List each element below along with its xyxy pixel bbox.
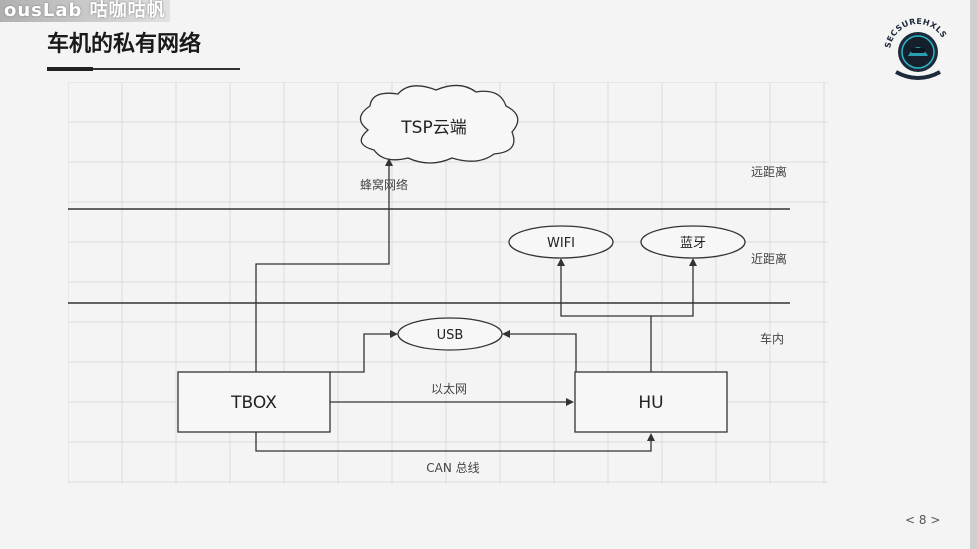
can-bus-label: CAN 总线 [426, 461, 479, 475]
tsp-cloud-label: TSP云端 [400, 118, 466, 138]
right-edge [970, 0, 977, 549]
title-underline [47, 67, 240, 71]
watermark: ousLab 咕咖咕帆 [0, 0, 170, 22]
hu-wireless-link [560, 262, 652, 372]
page-number[interactable]: < 8 > [905, 513, 940, 527]
zone-label-far: 远距离 [751, 164, 787, 179]
tbox-usb-link [330, 333, 392, 373]
wifi-label: WIFI [547, 236, 575, 251]
page-title: 车机的私有网络 [47, 32, 202, 57]
ethernet-label: 以太网 [431, 381, 467, 396]
usb-label: USB [437, 328, 464, 343]
zone-label-in-car: 车内 [760, 331, 784, 346]
zone-label-near: 近距离 [751, 251, 787, 266]
cellular-label: 蜂窝网络 [360, 177, 408, 192]
hu-label: HU [638, 393, 663, 413]
secsure-logo: SECSUREHXLS [883, 17, 948, 80]
tbox-label: TBOX [230, 393, 277, 413]
network-diagram: 远距离 近距离 车内 TSP云端 蜂窝网络 WIFI 蓝牙 USB TBOX H… [68, 82, 828, 484]
slide: ousLab 咕咖咕帆 车机的私有网络 SECSUREHXLS 远距离 近距离 … [0, 0, 977, 549]
hu-usb-link [508, 333, 577, 372]
bluetooth-label: 蓝牙 [680, 236, 706, 251]
cellular-link [255, 162, 390, 372]
